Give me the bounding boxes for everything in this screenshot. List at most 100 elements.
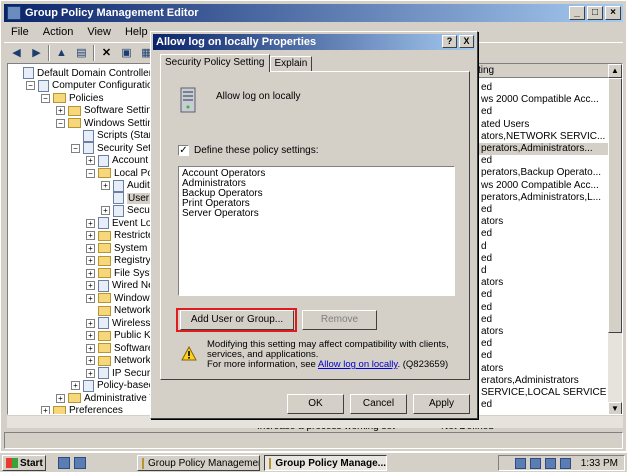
policy-setting-cell[interactable]: ators [481,363,503,375]
tray-server-icon[interactable] [514,457,526,469]
powershell-quicklaunch-icon[interactable] [74,457,86,469]
add-user-or-group-button[interactable]: Add User or Group... [180,310,294,330]
expand-icon[interactable]: + [86,256,95,265]
properties-icon[interactable]: ▣ [118,45,135,61]
tree-item[interactable]: + Event Log [86,217,153,229]
ok-button[interactable]: OK [287,394,344,414]
taskbar-gpm[interactable]: Group Policy Management [137,455,260,471]
tree-item[interactable]: + Administrative Templa [56,392,153,404]
policy-setting-cell[interactable]: ed [481,338,492,350]
policy-setting-cell[interactable]: ators [481,326,503,338]
expand-icon[interactable]: + [101,206,110,215]
tree-item[interactable]: + Registry [86,255,151,267]
expand-icon[interactable]: + [86,231,95,240]
collapse-icon[interactable]: − [41,93,50,103]
tab-explain[interactable]: Explain [269,56,313,72]
tree-item[interactable]: + Network Acce [86,355,153,367]
vertical-scrollbar[interactable]: ▲ ▼ [608,64,622,414]
policy-setting-cell[interactable]: perators,Backup Operato... [481,167,601,179]
expand-icon[interactable]: + [71,381,80,390]
collapse-icon[interactable]: − [86,168,95,178]
tree-item[interactable]: + Wireless Netw [86,317,153,329]
tree-item[interactable]: + Policy-based QoS [71,379,153,392]
window-titlebar[interactable]: Group Policy Management Editor _ □ × [4,4,623,22]
scroll-down-icon[interactable]: ▼ [608,402,622,414]
policy-setting-cell[interactable]: ed [481,314,492,326]
policy-setting-cell[interactable]: perators,Administrators,L... [481,192,601,204]
policy-setting-cell[interactable]: ed [481,302,492,314]
expand-icon[interactable]: + [56,106,65,115]
server-manager-quicklaunch-icon[interactable] [58,457,70,469]
policy-setting-cell[interactable]: ators,NETWORK SERVIC... [481,131,605,143]
policy-setting-cell[interactable]: SERVICE,LOCAL SERVICE [481,387,606,399]
maximize-button[interactable]: □ [587,6,603,20]
policy-setting-cell[interactable]: ed [481,106,492,118]
tree-item[interactable]: + Windows Firev [86,292,153,304]
policy-setting-cell[interactable]: ws 2000 Compatible Acc... [481,180,599,192]
tree-item[interactable]: +Audit Polic [101,179,153,192]
expand-icon[interactable]: + [86,281,95,290]
tree-item[interactable]: + IP Security Po [86,367,153,379]
start-button[interactable]: Start [2,455,46,471]
tray-volume-icon[interactable] [544,457,556,469]
members-listbox[interactable]: Account Operators Administrators Backup Op… [178,166,455,296]
collapse-icon[interactable]: − [71,143,80,153]
scroll-up-icon[interactable]: ▲ [608,64,622,78]
tree-item[interactable]: Default Domain Controllers Policy [11,67,153,79]
tree-item[interactable]: + Preferences [41,405,123,414]
policy-setting-cell[interactable]: perators,Administrators... [471,143,610,155]
policy-setting-cell[interactable]: d [481,265,487,277]
tree-item[interactable]: − Policies [41,92,103,104]
policy-setting-cell[interactable]: ed [481,155,492,167]
tree-item[interactable]: + Restricted Gro [86,230,153,242]
remove-button[interactable]: Remove [302,310,377,330]
expand-icon[interactable]: + [101,181,110,190]
policy-setting-cell[interactable]: ed [481,289,492,301]
collapse-icon[interactable]: − [56,118,65,128]
tree-item[interactable]: +Security C [101,204,153,217]
up-folder-icon[interactable]: ▲ [53,45,70,61]
tab-security-policy-setting[interactable]: Security Policy Setting [160,54,270,72]
tree-item[interactable]: + Account Polici [86,154,153,167]
expand-icon[interactable]: + [86,218,95,228]
tree-item[interactable]: + Public Key Poli [86,330,153,342]
allow-log-on-locally-link[interactable]: Allow log on locally [318,359,398,370]
expand-icon[interactable]: + [86,343,95,353]
close-button[interactable]: × [605,6,621,20]
apply-button[interactable]: Apply [413,394,470,414]
policy-setting-cell[interactable]: ed [481,350,492,362]
policy-setting-cell[interactable]: ed [481,204,492,216]
collapse-icon[interactable]: − [26,81,35,90]
define-settings-checkbox[interactable]: ✓ [178,145,189,156]
tree-item[interactable]: + Wired Networ [86,279,153,292]
policy-setting-cell[interactable]: ators [481,216,503,228]
tree-item[interactable]: − Security Settings [71,142,153,154]
policy-setting-cell[interactable]: ed [481,253,492,265]
expand-icon[interactable]: + [86,243,95,253]
tree-item[interactable]: − Computer Configuration [26,79,153,92]
back-arrow-icon[interactable]: ◀ [8,45,25,61]
policy-setting-cell[interactable]: ed [481,82,492,94]
expand-icon[interactable]: + [86,331,95,340]
tree-item[interactable]: Scripts (Startup/S [71,129,153,142]
policy-setting-cell[interactable]: ators [481,277,503,289]
expand-icon[interactable]: + [41,406,50,414]
expand-icon[interactable]: + [56,393,65,403]
minimize-button[interactable]: _ [569,6,585,20]
taskbar-gpme[interactable]: Group Policy Manage... [264,455,387,471]
policy-setting-cell[interactable]: d [481,241,487,253]
tree-item[interactable]: + File System [86,267,153,279]
forward-arrow-icon[interactable]: ▶ [28,45,45,61]
tree-item[interactable]: Network List M [86,305,153,317]
policy-setting-cell[interactable]: ated Users [481,119,529,131]
menu-action[interactable]: Action [36,26,81,38]
expand-icon[interactable]: + [86,156,95,165]
expand-icon[interactable]: + [86,356,95,365]
tree-item[interactable]: − Windows Settings [56,117,153,129]
cancel-button[interactable]: Cancel [350,394,407,414]
tree-item[interactable]: User Righ [101,192,153,204]
expand-icon[interactable]: + [86,293,95,303]
expand-icon[interactable]: + [86,368,95,378]
dialog-close-button[interactable]: X [459,35,474,48]
tray-security-icon[interactable] [559,457,571,469]
